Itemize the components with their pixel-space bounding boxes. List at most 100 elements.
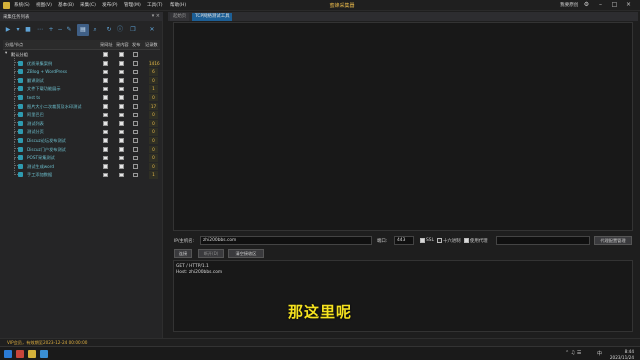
disconnect-button[interactable]: 断开(D): [198, 249, 224, 258]
collect-content-checkbox[interactable]: [119, 164, 124, 169]
collect-content-checkbox[interactable]: [119, 86, 124, 92]
collect-url-checkbox[interactable]: [103, 164, 108, 169]
input-method-icon[interactable]: 中: [597, 350, 602, 357]
task-row[interactable]: 阿里巴巴 0: [3, 106, 160, 120]
collect-content-checkbox[interactable]: [119, 112, 124, 118]
task-row[interactable]: Discuz门户发布测试 0: [3, 141, 160, 154]
menu-view[interactable]: 视图(V): [36, 2, 52, 8]
publish-checkbox[interactable]: [133, 138, 138, 143]
task-row[interactable]: 优质采集案例 1416: [3, 55, 160, 68]
tray-icons[interactable]: ⌃ ♫ ☰: [565, 350, 581, 356]
task-row[interactable]: 测试分页 0: [3, 123, 160, 137]
task-row[interactable]: POST采集测试 0: [3, 149, 160, 163]
dropdown-icon[interactable]: ▾: [14, 26, 22, 34]
collect-url-checkbox[interactable]: [103, 78, 108, 83]
task-row[interactable]: 翻译测试 0: [3, 72, 160, 85]
publish-checkbox[interactable]: [133, 164, 138, 169]
task-row[interactable]: 测试生成word 0: [3, 158, 160, 171]
list-icon[interactable]: ▤: [79, 26, 87, 34]
connect-button[interactable]: 连接: [174, 249, 192, 258]
taskbar-collector-icon[interactable]: [28, 350, 36, 358]
menu-collect[interactable]: 采集(C): [80, 2, 96, 8]
clock-time[interactable]: 8:44: [625, 349, 634, 354]
response-output[interactable]: [173, 22, 633, 231]
publish-checkbox[interactable]: [133, 129, 138, 135]
publish-checkbox[interactable]: [133, 121, 138, 126]
collect-url-checkbox[interactable]: [103, 112, 108, 118]
collect-url-checkbox[interactable]: [103, 129, 108, 135]
collect-content-checkbox[interactable]: [119, 147, 124, 152]
collect-content-checkbox[interactable]: [119, 155, 124, 161]
collect-content-checkbox[interactable]: [119, 95, 124, 100]
task-row[interactable]: 文件下载功能展示 1: [3, 80, 160, 94]
column-collect-content[interactable]: 采内容: [116, 42, 129, 48]
task-row[interactable]: 测试列表 0: [3, 115, 160, 128]
collect-url-checkbox[interactable]: [103, 172, 108, 178]
collect-content-checkbox[interactable]: [119, 61, 124, 66]
taskbar-browser-icon[interactable]: [40, 350, 48, 358]
remove-icon[interactable]: −: [56, 26, 64, 34]
user-name[interactable]: 我要原创: [560, 2, 578, 8]
collect-url-checkbox[interactable]: [103, 69, 108, 75]
menu-manage[interactable]: 管理(M): [124, 2, 141, 8]
collect-url-checkbox[interactable]: [103, 138, 108, 143]
tab-tcp-tool[interactable]: TCP网络测试工具: [192, 13, 233, 21]
menu-publish[interactable]: 发布(P): [102, 2, 118, 8]
search-icon[interactable]: ⌕: [91, 26, 99, 34]
collect-content-checkbox[interactable]: [119, 138, 124, 143]
copy-icon[interactable]: ❐: [129, 26, 137, 34]
menu-basic[interactable]: 基本(B): [58, 2, 74, 8]
collect-url-checkbox[interactable]: [103, 155, 108, 161]
group-checkbox-url[interactable]: [103, 52, 108, 57]
tab-start-page[interactable]: 起始页: [170, 13, 190, 21]
menu-system[interactable]: 系统(S): [14, 2, 30, 8]
maximize-icon[interactable]: □: [610, 1, 619, 9]
proxy-config-button[interactable]: 代理配置管理: [594, 236, 632, 245]
column-count[interactable]: 记录数: [145, 42, 158, 48]
task-row[interactable]: Discuz论坛发布测试 0: [3, 132, 160, 145]
collect-url-checkbox[interactable]: [103, 86, 108, 92]
publish-checkbox[interactable]: [133, 78, 138, 83]
settings-icon[interactable]: ⚙: [582, 1, 591, 9]
proxy-checkbox[interactable]: [464, 238, 469, 243]
task-row[interactable]: test ts 0: [3, 89, 160, 102]
column-publish[interactable]: 发布: [132, 42, 140, 48]
menu-help[interactable]: 帮助(H): [170, 2, 186, 8]
request-editor[interactable]: GET / HTTP/1.1 Host: zhi200bbs.com: [173, 260, 633, 332]
hex-checkbox[interactable]: [437, 238, 442, 243]
group-row[interactable]: ▾ 默认分组: [3, 50, 160, 59]
publish-checkbox[interactable]: [133, 104, 138, 109]
group-checkbox-publish[interactable]: [133, 52, 138, 57]
collect-content-checkbox[interactable]: [119, 121, 124, 126]
publish-checkbox[interactable]: [133, 112, 138, 118]
collect-url-checkbox[interactable]: [103, 121, 108, 126]
ssl-checkbox[interactable]: [420, 238, 425, 243]
group-checkbox-content[interactable]: [119, 52, 124, 57]
collapse-icon[interactable]: ▾: [5, 51, 7, 56]
collect-url-checkbox[interactable]: [103, 61, 108, 66]
publish-checkbox[interactable]: [133, 95, 138, 100]
collect-url-checkbox[interactable]: [103, 147, 108, 152]
clock-date[interactable]: 2023/11/24: [610, 355, 634, 360]
edit-icon[interactable]: ✎: [65, 26, 73, 34]
proxy-select[interactable]: [496, 236, 590, 245]
close-icon[interactable]: ×: [624, 1, 633, 9]
refresh-icon[interactable]: ↻: [105, 26, 113, 34]
publish-checkbox[interactable]: [133, 61, 138, 66]
host-input[interactable]: zhi200bbs.com: [200, 236, 372, 245]
publish-checkbox[interactable]: [133, 147, 138, 152]
stop-icon[interactable]: ■: [24, 26, 32, 34]
more-icon[interactable]: ⋯: [36, 26, 44, 34]
run-icon[interactable]: ▶: [4, 26, 12, 34]
collect-url-checkbox[interactable]: [103, 104, 108, 109]
minimize-icon[interactable]: –: [596, 1, 605, 9]
collect-content-checkbox[interactable]: [119, 69, 124, 75]
task-row[interactable]: 图片大小二次裁剪及水印测试 17: [3, 98, 160, 111]
publish-checkbox[interactable]: [133, 86, 138, 92]
collect-content-checkbox[interactable]: [119, 78, 124, 83]
taskbar-app-icon[interactable]: [16, 350, 24, 358]
task-row[interactable]: ZBlog + WordPress 6: [3, 63, 160, 77]
clear-button[interactable]: 清空接收区: [228, 249, 264, 258]
panel-close-icon[interactable]: ▾ ×: [152, 13, 160, 19]
task-row[interactable]: 手工添加数据 1: [3, 166, 160, 180]
